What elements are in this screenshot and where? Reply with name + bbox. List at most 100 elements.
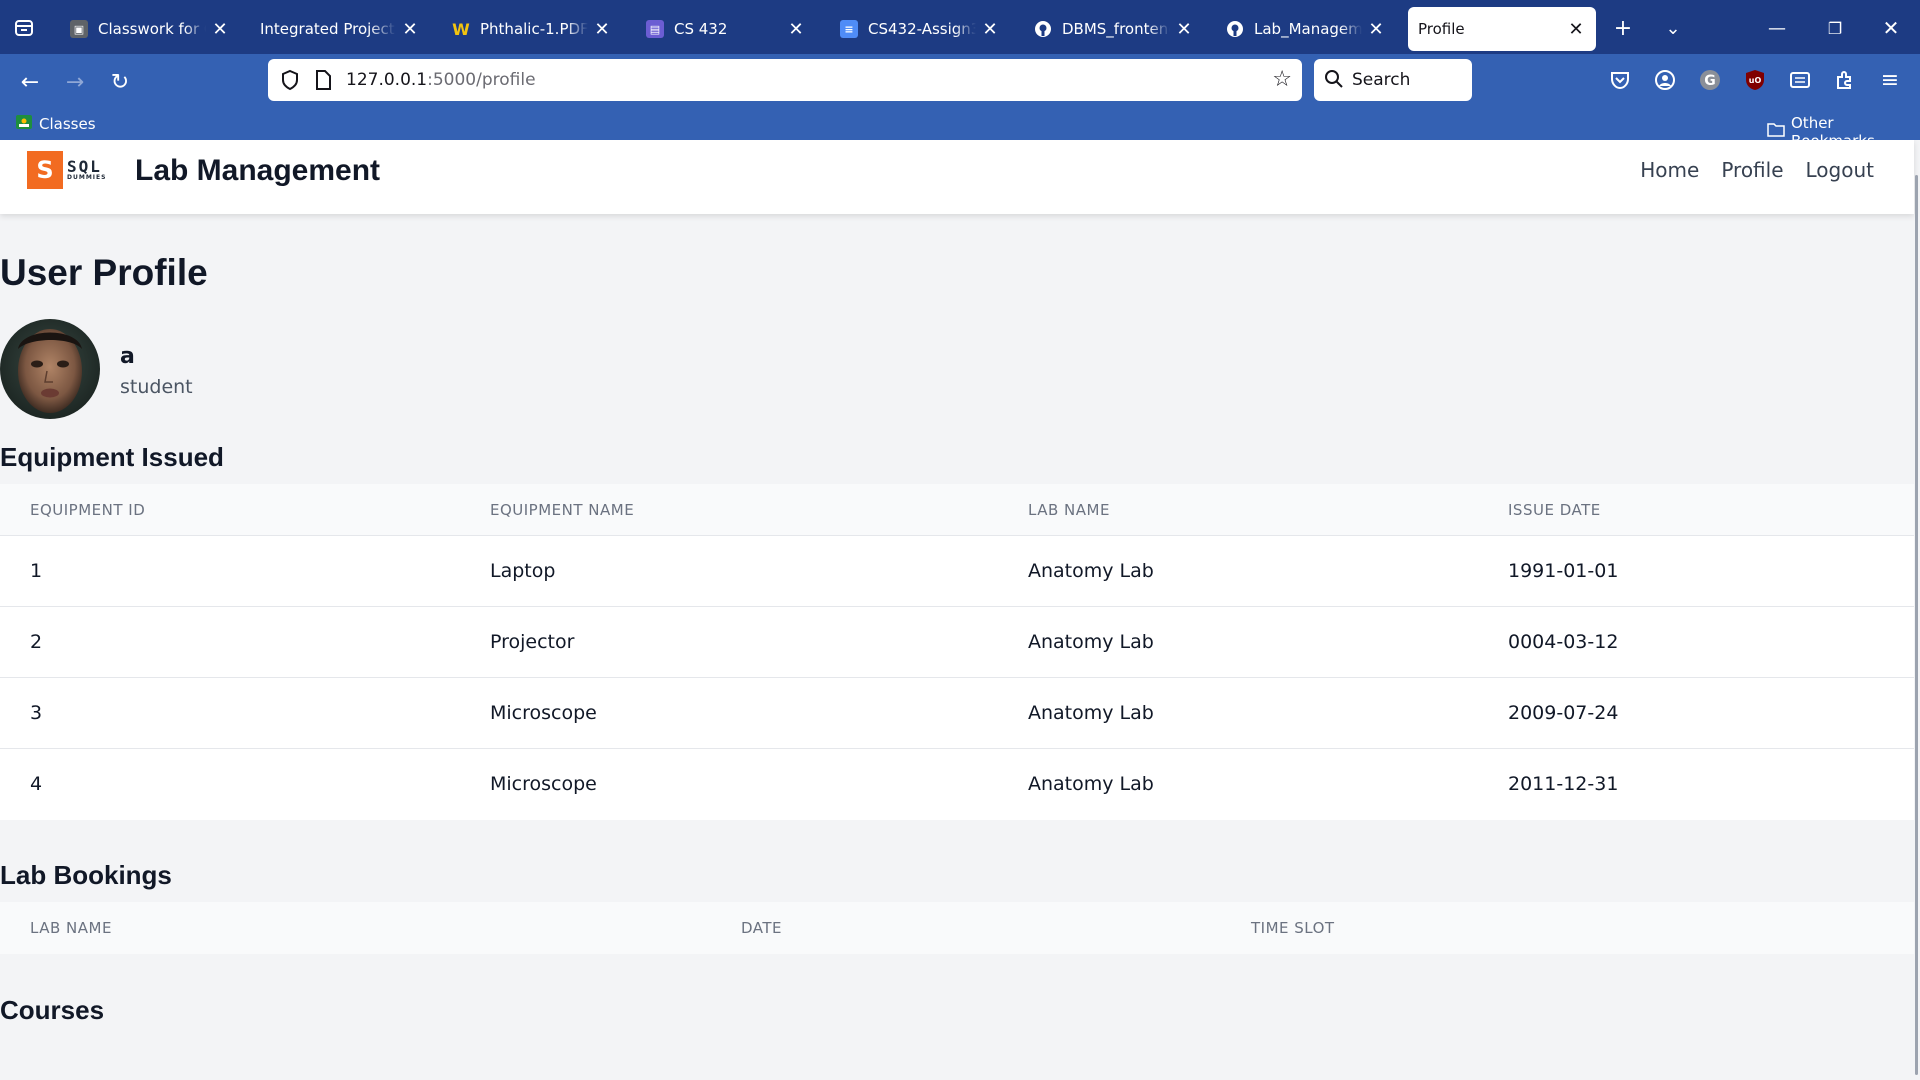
cell-issue-date: 0004-03-12 [1508, 631, 1619, 653]
column-header-equipment-id: EQUIPMENT ID [30, 501, 146, 519]
tab-label: CS 432 [674, 20, 728, 38]
close-icon[interactable]: ✕ [210, 19, 230, 40]
reload-icon[interactable]: ↻ [104, 66, 136, 98]
logo-text: SQL [67, 157, 102, 176]
lab-bookings-table: LAB NAME DATE TIME SLOT [0, 902, 1914, 954]
table-header: EQUIPMENT ID EQUIPMENT NAME LAB NAME ISS… [0, 484, 1914, 536]
browser-tab-bar: ▣ Classwork for CL 4 ✕ Integrated Projec… [0, 0, 1920, 54]
board-icon: ▤ [646, 20, 664, 38]
close-icon[interactable]: ✕ [592, 19, 612, 40]
extensions-icon[interactable] [1831, 66, 1859, 94]
pocket-icon[interactable] [1606, 66, 1634, 94]
menu-icon[interactable]: ≡ [1876, 66, 1904, 94]
browser-tab-cs432[interactable]: ▤ CS 432 ✕ [636, 7, 816, 51]
table-row: 4 Microscope Anatomy Lab 2011-12-31 [0, 749, 1914, 820]
github-icon [1034, 20, 1052, 38]
table-header: LAB NAME DATE TIME SLOT [0, 902, 1914, 954]
page-content: S SQL DUMMIES Lab Management Home Profil… [0, 140, 1920, 1080]
cell-issue-date: 2011-12-31 [1508, 773, 1619, 795]
close-icon[interactable]: ✕ [1566, 19, 1586, 40]
browser-tab-profile[interactable]: Profile ✕ [1408, 7, 1596, 51]
tab-label: Phthalic-1.PDF - p [480, 20, 588, 38]
new-tab-icon[interactable]: + [1609, 14, 1637, 42]
browser-tab-dbms-frontend[interactable]: DBMS_frontend/sr ✕ [1024, 7, 1204, 51]
cell-lab-name: Anatomy Lab [1028, 631, 1154, 653]
column-header-issue-date: ISSUE DATE [1508, 501, 1601, 519]
browser-tab-cs432-assign3[interactable]: ≡ CS432-Assign3 - G ✕ [830, 7, 1010, 51]
restore-icon[interactable]: ❐ [1821, 14, 1849, 42]
bookmarks-bar: Classes Other Bookmarks [0, 108, 1920, 150]
docs-icon: ≡ [840, 20, 858, 38]
app-brand-title[interactable]: Lab Management [135, 154, 380, 188]
courses-heading: Courses [0, 995, 105, 1025]
bookmark-label: Classes [39, 115, 96, 133]
table-row: 2 Projector Anatomy Lab 0004-03-12 [0, 607, 1914, 678]
cell-issue-date: 2009-07-24 [1508, 702, 1619, 724]
cell-equipment-name: Microscope [490, 702, 597, 724]
cell-equipment-name: Laptop [490, 560, 556, 582]
folder-icon [1767, 122, 1785, 142]
cell-equipment-id: 2 [30, 631, 43, 653]
close-icon[interactable]: ✕ [980, 19, 1000, 40]
logo-subtext: DUMMIES [67, 174, 107, 181]
cell-issue-date: 1991-01-01 [1508, 560, 1619, 582]
nav-link-home[interactable]: Home [1640, 158, 1699, 182]
close-icon[interactable]: ✕ [1174, 19, 1194, 40]
chevron-down-icon[interactable]: ⌄ [1659, 14, 1687, 42]
shield-icon[interactable] [280, 69, 300, 95]
ublock-origin-icon[interactable]: uO [1741, 66, 1769, 94]
logo-letter: S [27, 151, 63, 189]
tab-label: Lab_Management [1254, 20, 1362, 38]
tab-label: DBMS_frontend/sr [1062, 20, 1170, 38]
tab-label: Profile [1418, 20, 1465, 38]
equipment-issued-heading: Equipment Issued [0, 442, 224, 472]
tab-list-icon[interactable] [10, 14, 38, 42]
window-close-icon[interactable]: ✕ [1877, 14, 1905, 42]
grammarly-icon[interactable]: G [1696, 66, 1724, 94]
table-row: 3 Microscope Anatomy Lab 2009-07-24 [0, 678, 1914, 749]
close-icon[interactable]: ✕ [786, 19, 806, 40]
cell-equipment-id: 4 [30, 773, 43, 795]
close-icon[interactable]: ✕ [400, 19, 420, 40]
user-name: a [120, 344, 135, 369]
forward-arrow-icon[interactable]: → [59, 66, 91, 98]
search-input[interactable]: Search [1314, 59, 1472, 101]
main-nav: Home Profile Logout [1618, 158, 1874, 182]
browser-tab-integrated-project[interactable]: Integrated Project - Ph ✕ [250, 7, 430, 51]
close-icon[interactable]: ✕ [1366, 19, 1386, 40]
cell-lab-name: Anatomy Lab [1028, 560, 1154, 582]
table-row: 1 Laptop Anatomy Lab 1991-01-01 [0, 536, 1914, 607]
search-icon [1324, 69, 1344, 93]
classroom-icon: ▣ [70, 20, 88, 38]
avatar [0, 319, 100, 419]
address-bar[interactable]: 127.0.0.1:5000/profile ☆ [268, 59, 1302, 101]
back-arrow-icon[interactable]: ← [14, 66, 46, 98]
nav-link-profile[interactable]: Profile [1721, 158, 1783, 182]
url-path: :5000/profile [427, 70, 536, 90]
sql-dummies-logo[interactable]: S SQL DUMMIES [27, 151, 113, 189]
bookmark-star-icon[interactable]: ☆ [1272, 67, 1292, 92]
browser-tab-phthalic-pdf[interactable]: W Phthalic-1.PDF - p ✕ [442, 7, 622, 51]
cell-lab-name: Anatomy Lab [1028, 702, 1154, 724]
wvu-logo-icon: W [452, 19, 470, 39]
browser-tab-classwork[interactable]: ▣ Classwork for CL 4 ✕ [60, 7, 240, 51]
minimize-icon[interactable]: — [1763, 14, 1791, 42]
reader-view-icon[interactable] [1786, 66, 1814, 94]
browser-tab-lab-management[interactable]: Lab_Management ✕ [1216, 7, 1396, 51]
column-header-lab-name: LAB NAME [30, 919, 112, 937]
url-text[interactable]: 127.0.0.1:5000/profile [346, 59, 536, 101]
classroom-icon [15, 114, 33, 134]
account-icon[interactable] [1651, 66, 1679, 94]
github-icon [1226, 20, 1244, 38]
column-header-date: DATE [741, 919, 783, 937]
column-header-equipment-name: EQUIPMENT NAME [490, 501, 635, 519]
cell-lab-name: Anatomy Lab [1028, 773, 1154, 795]
nav-link-logout[interactable]: Logout [1806, 158, 1874, 182]
svg-text:uO: uO [1749, 76, 1762, 85]
bookmark-classes[interactable]: Classes [15, 114, 96, 134]
column-header-time-slot: TIME SLOT [1251, 919, 1335, 937]
cell-equipment-name: Projector [490, 631, 575, 653]
page-scrollbar[interactable] [1915, 175, 1918, 1075]
search-placeholder: Search [1352, 70, 1411, 90]
user-role: student [120, 376, 193, 398]
